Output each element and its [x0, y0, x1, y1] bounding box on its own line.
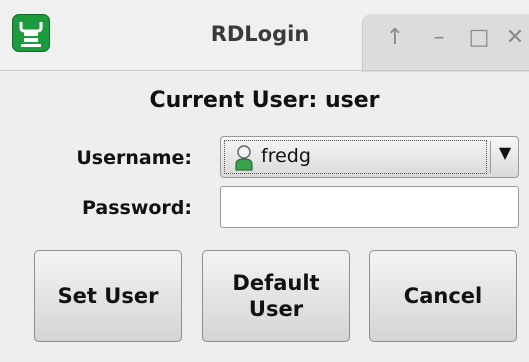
user-icon [235, 145, 253, 171]
up-arrow-icon[interactable]: ↑ [383, 26, 407, 50]
maximize-icon[interactable]: □ [467, 26, 491, 50]
username-select[interactable]: fredg ▼ [220, 136, 519, 178]
close-icon[interactable]: ✕ [503, 26, 527, 50]
title-bar[interactable]: RDLogin ↑ – □ ✕ [0, 0, 529, 72]
set-user-button[interactable]: Set User [34, 250, 182, 342]
dropdown-arrow-icon[interactable]: ▼ [491, 143, 519, 162]
username-label: Username: [76, 147, 192, 169]
password-field[interactable] [220, 186, 519, 228]
default-user-button[interactable]: Default User [202, 250, 350, 342]
title-separator [0, 70, 529, 71]
window-title: RDLogin [210, 22, 310, 46]
cancel-button[interactable]: Cancel [369, 250, 517, 342]
rdlogin-window: RDLogin ↑ – □ ✕ Current User: user Usern… [0, 0, 529, 362]
window-controls: ↑ – □ ✕ [362, 14, 529, 72]
minimize-icon[interactable]: – [427, 26, 451, 50]
app-icon [12, 14, 50, 52]
password-label: Password: [81, 197, 192, 219]
current-user-heading: Current User: user [149, 88, 380, 113]
username-selected-value: fredg [261, 145, 311, 167]
